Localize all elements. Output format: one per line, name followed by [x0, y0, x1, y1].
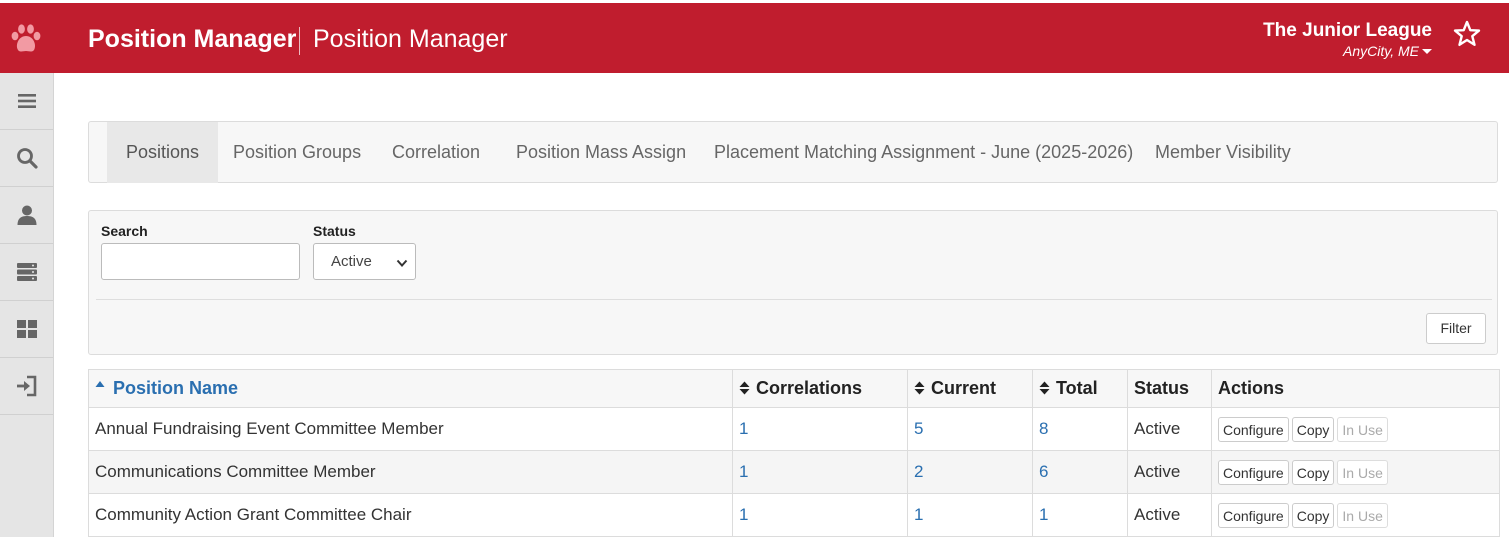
table-row: Annual Fundraising Event Committee Membe… — [88, 407, 1500, 451]
server-icon — [16, 263, 37, 281]
filter-panel: Search Status Active Filter — [88, 210, 1498, 355]
position-name: Community Action Grant Committee Chair — [88, 493, 733, 537]
sign-in-icon — [16, 375, 36, 397]
copy-button[interactable]: Copy — [1291, 459, 1335, 485]
app-title[interactable]: Position Manager — [88, 25, 296, 54]
top-header-bar: Position Manager Position Manager The Ju… — [0, 3, 1509, 73]
position-name: Annual Fundraising Event Committee Membe… — [88, 407, 733, 451]
star-icon[interactable] — [1453, 20, 1481, 48]
sort-asc-icon — [95, 381, 105, 387]
tab-correlation[interactable]: Correlation — [373, 122, 499, 183]
sidebar-profile-button[interactable] — [0, 187, 53, 244]
column-header-correlations[interactable]: Correlations — [732, 369, 908, 408]
column-header-position-name[interactable]: Position Name — [88, 369, 733, 408]
sidebar — [0, 73, 54, 537]
in-use-button: In Use — [1337, 416, 1388, 442]
sidebar-search-button[interactable] — [0, 130, 53, 187]
in-use-button: In Use — [1337, 502, 1388, 528]
column-header-actions: Actions — [1211, 369, 1500, 408]
status-cell: Active — [1127, 493, 1212, 537]
tab-placement-matching-assignment[interactable]: Placement Matching Assignment - June (20… — [695, 122, 1152, 183]
positions-table: Position Name Correlations Current Total… — [88, 369, 1500, 537]
configure-button[interactable]: Configure — [1218, 502, 1289, 528]
sort-icon — [1039, 381, 1050, 395]
tab-bar: Positions Position Groups Correlation Po… — [88, 121, 1498, 183]
total-link[interactable]: 6 — [1039, 462, 1048, 481]
tab-position-groups[interactable]: Position Groups — [214, 122, 380, 183]
total-link[interactable]: 1 — [1039, 505, 1048, 524]
search-input[interactable] — [101, 243, 300, 280]
column-header-total[interactable]: Total — [1032, 369, 1128, 408]
status-cell: Active — [1127, 450, 1212, 494]
correlations-link[interactable]: 1 — [739, 505, 748, 524]
sidebar-server-button[interactable] — [0, 244, 53, 301]
table-row: Community Action Grant Committee Chair 1… — [88, 493, 1500, 537]
column-header-status: Status — [1127, 369, 1212, 408]
sort-icon — [914, 381, 925, 395]
tab-position-mass-assign[interactable]: Position Mass Assign — [497, 122, 705, 183]
sidebar-signin-button[interactable] — [0, 358, 53, 415]
filter-button[interactable]: Filter — [1426, 313, 1486, 344]
org-switcher[interactable]: The Junior League AnyCity, ME — [1263, 20, 1432, 59]
position-name: Communications Committee Member — [88, 450, 733, 494]
title-divider — [299, 27, 300, 55]
tab-member-visibility[interactable]: Member Visibility — [1136, 122, 1310, 183]
caret-down-icon — [1422, 49, 1432, 54]
org-name: The Junior League — [1263, 20, 1432, 41]
sidebar-dashboard-button[interactable] — [0, 301, 53, 358]
status-select[interactable]: Active — [313, 243, 416, 280]
search-icon — [16, 148, 38, 169]
in-use-button: In Use — [1337, 459, 1388, 485]
current-link[interactable]: 2 — [914, 462, 923, 481]
org-city: AnyCity, ME — [1343, 43, 1419, 59]
correlations-link[interactable]: 1 — [739, 419, 748, 438]
user-icon — [17, 205, 36, 225]
menu-icon — [17, 94, 36, 108]
search-label: Search — [101, 223, 148, 239]
chevron-down-icon — [396, 259, 408, 267]
dashboard-icon — [16, 320, 37, 338]
page-title: Position Manager — [313, 25, 508, 53]
configure-button[interactable]: Configure — [1218, 416, 1289, 442]
configure-button[interactable]: Configure — [1218, 459, 1289, 485]
column-header-current[interactable]: Current — [907, 369, 1033, 408]
status-select-value: Active — [331, 253, 372, 270]
total-link[interactable]: 8 — [1039, 419, 1048, 438]
table-row: Communications Committee Member 1 2 6 Ac… — [88, 450, 1500, 494]
copy-button[interactable]: Copy — [1291, 416, 1335, 442]
current-link[interactable]: 1 — [914, 505, 923, 524]
copy-button[interactable]: Copy — [1291, 502, 1335, 528]
status-label: Status — [313, 223, 356, 239]
paw-logo-icon[interactable] — [9, 22, 43, 56]
sidebar-menu-button[interactable] — [0, 73, 53, 130]
filter-divider — [96, 299, 1492, 300]
current-link[interactable]: 5 — [914, 419, 923, 438]
tab-positions[interactable]: Positions — [107, 122, 219, 183]
correlations-link[interactable]: 1 — [739, 462, 748, 481]
sort-icon — [739, 381, 750, 395]
status-cell: Active — [1127, 407, 1212, 451]
